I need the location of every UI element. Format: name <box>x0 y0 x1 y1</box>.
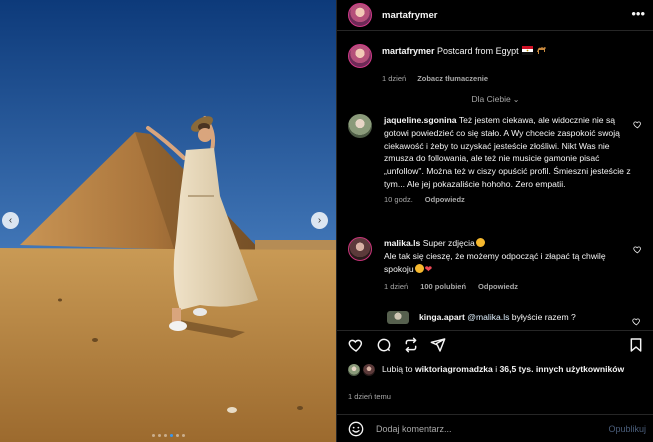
emoji-smiley-icon[interactable] <box>348 421 364 437</box>
likes-summary: Lubią to wiktoriagromadzka i 36,5 tys. i… <box>348 363 644 376</box>
reply-button[interactable]: Odpowiedz <box>425 195 465 204</box>
comment-time: 10 godz. <box>384 194 413 204</box>
heart-eyes-emoji-icon <box>475 238 485 247</box>
repost-icon[interactable] <box>403 337 419 353</box>
reply-text: kinga.apart @malika.ls byłyście razem ? <box>419 311 619 324</box>
liked-by-avatars[interactable] <box>348 364 375 376</box>
caption-meta: 1 dzień Zobacz tłumaczenie <box>382 74 644 83</box>
comment-avatar[interactable] <box>348 237 372 261</box>
sort-label: Dla Ciebie <box>471 94 511 104</box>
add-comment-bar: Opublikuj <box>337 414 653 442</box>
comment-body-line1: Super zdjęcia <box>422 238 475 248</box>
post-side-panel: martafrymer ••• martafrymer Postcard fro… <box>336 0 653 442</box>
comment-likes[interactable]: 100 polubień <box>420 282 466 291</box>
comment-sort-dropdown[interactable]: Dla Ciebie ⌄ <box>337 94 653 104</box>
camel-icon <box>536 47 546 54</box>
like-heart-icon[interactable] <box>348 337 364 353</box>
share-send-icon[interactable] <box>430 337 446 353</box>
carousel-next-button[interactable]: › <box>311 212 328 229</box>
comment-text: malika.ls Super zdjęcia Ale tak się cies… <box>384 237 632 275</box>
comment-item: malika.ls Super zdjęcia Ale tak się cies… <box>348 237 644 291</box>
caption-avatar[interactable] <box>348 44 372 68</box>
caption-time: 1 dzień <box>382 74 407 83</box>
avatar <box>348 364 360 376</box>
carousel-dot <box>169 434 173 437</box>
comment-input[interactable] <box>376 423 596 434</box>
carousel-dot <box>163 434 167 437</box>
carousel-indicator <box>0 434 336 437</box>
chevron-down-icon: ⌄ <box>512 95 520 104</box>
comment-avatar[interactable] <box>348 114 372 138</box>
comment-body: Też jestem ciekawa, ale widocznie nie są… <box>384 115 631 189</box>
carousel-prev-button[interactable]: ‹ <box>2 212 19 229</box>
avatar[interactable] <box>348 3 372 27</box>
relieved-emoji-icon <box>414 263 424 273</box>
chevron-left-icon: ‹ <box>8 214 13 226</box>
post-media[interactable]: ‹ › <box>0 0 336 442</box>
comment-icon[interactable] <box>376 337 392 353</box>
likes-middle: i <box>495 364 498 374</box>
caption-username[interactable]: martafrymer <box>382 46 435 56</box>
reply-item: kinga.apart @malika.ls byłyście razem ? <box>387 311 643 326</box>
likes-count[interactable]: 36,5 tys. innych użytkowników <box>500 364 625 374</box>
reply-avatar[interactable] <box>387 311 409 324</box>
comment-meta: 10 godz. Odpowiedz <box>384 195 644 204</box>
reply-username[interactable]: kinga.apart <box>419 312 465 322</box>
post-photo <box>0 0 336 442</box>
egypt-flag-icon <box>522 46 534 55</box>
comment-like-icon[interactable] <box>633 120 642 129</box>
carousel-dot <box>151 434 155 437</box>
caption-body: Postcard from Egypt <box>437 46 519 56</box>
carousel-dot <box>181 434 185 437</box>
comment-text: jaqueline.sgonina Też jestem ciekawa, al… <box>384 114 632 191</box>
comment-like-icon[interactable] <box>632 317 641 326</box>
comment-username[interactable]: jaqueline.sgonina <box>384 115 457 125</box>
comment-username[interactable]: malika.ls <box>384 238 420 248</box>
avatar <box>363 364 375 376</box>
comment-time: 1 dzień <box>384 282 409 292</box>
red-heart-icon: ❤ <box>424 263 433 274</box>
comment-item: jaqueline.sgonina Też jestem ciekawa, al… <box>348 114 644 204</box>
reply-body: byłyście razem ? <box>511 312 576 322</box>
caption: martafrymer Postcard from Egypt 1 dzień … <box>348 44 644 83</box>
mention-link[interactable]: @malika.ls <box>467 312 509 322</box>
caption-text: martafrymer Postcard from Egypt <box>382 45 547 68</box>
header-username[interactable]: martafrymer <box>382 10 437 21</box>
comment-meta: 1 dzień 100 polubień Odpowiedz <box>384 282 644 291</box>
reply-button[interactable]: Odpowiedz <box>478 282 518 291</box>
save-bookmark-icon[interactable] <box>628 337 644 353</box>
publish-button[interactable]: Opublikuj <box>608 424 646 434</box>
liked-by-user[interactable]: wiktoriagromadzka <box>415 364 493 374</box>
likes-prefix: Lubią to <box>382 364 413 374</box>
carousel-dot <box>157 434 161 437</box>
post-time[interactable]: 1 dzień temu <box>348 392 391 401</box>
translate-link[interactable]: Zobacz tłumaczenie <box>417 74 488 83</box>
likes-text: Lubią to wiktoriagromadzka i 36,5 tys. i… <box>382 363 624 376</box>
carousel-dot <box>175 434 179 437</box>
comment-like-icon[interactable] <box>633 245 642 254</box>
post-action-bar <box>337 330 653 358</box>
instagram-post: ‹ › martafrymer ••• martafrymer Postcard… <box>0 0 653 442</box>
post-header: martafrymer ••• <box>337 0 653 31</box>
chevron-right-icon: › <box>317 214 322 226</box>
more-horizontal-icon[interactable]: ••• <box>631 6 645 21</box>
